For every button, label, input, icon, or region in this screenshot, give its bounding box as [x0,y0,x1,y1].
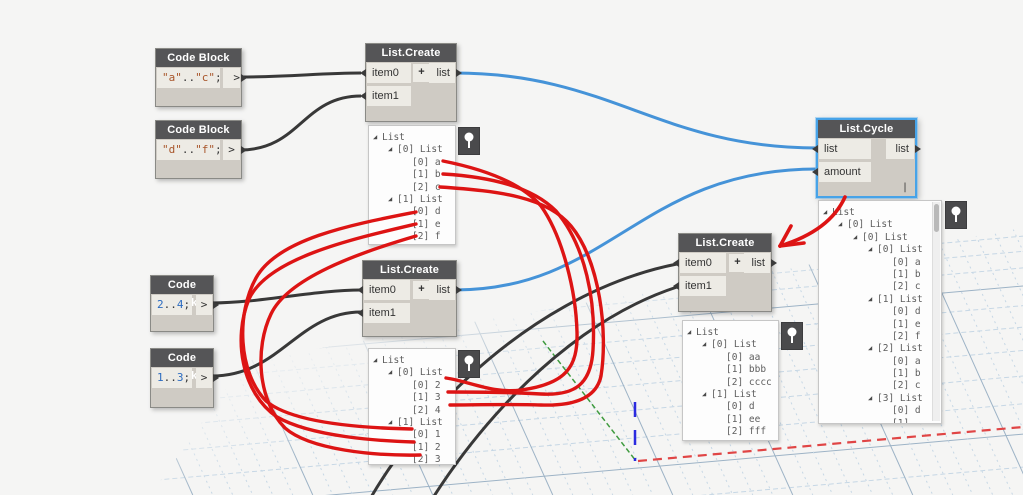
red-annotation-layer [0,0,1023,495]
annotation-curve-c-to-4 [440,187,603,405]
annotation-curve-e-to-2 [241,224,416,442]
annotation-arrow-to-list-create [780,197,845,246]
dynamo-workspace-canvas[interactable]: Code Block "a".."c"; > Code Block "d".."… [0,0,1023,495]
